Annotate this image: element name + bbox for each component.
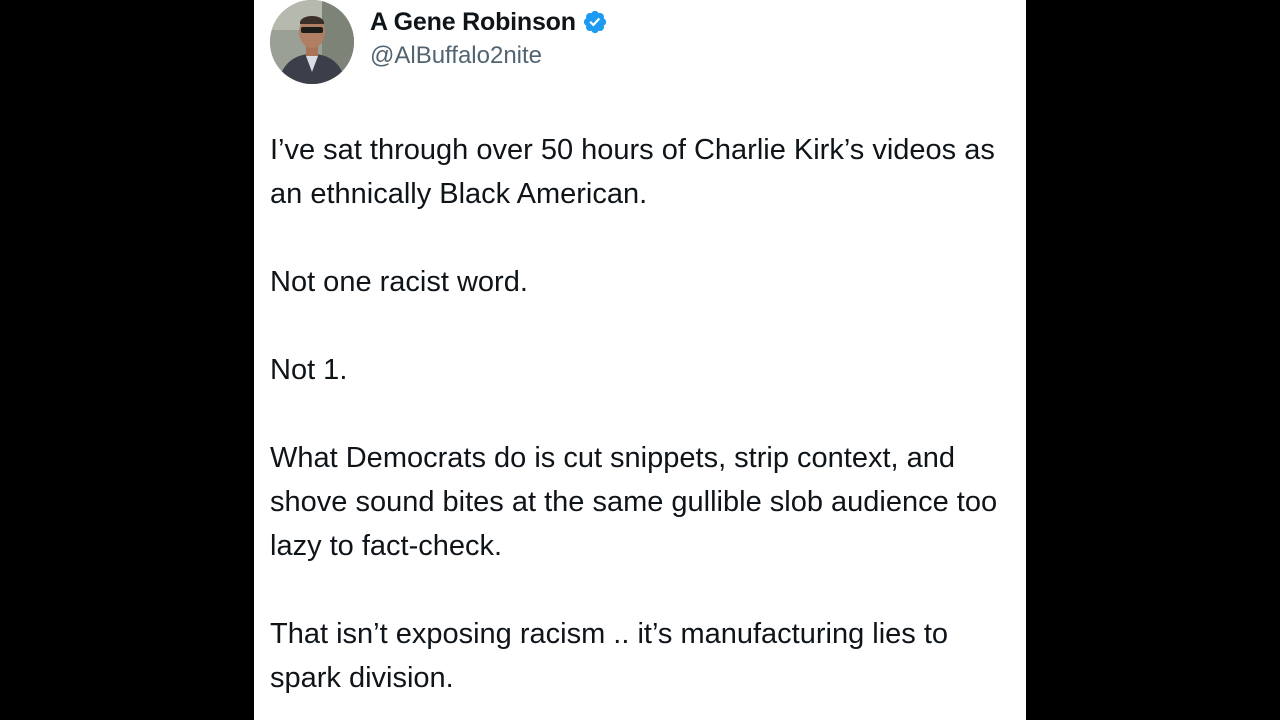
tweet-paragraph: Not one racist word. <box>270 266 528 298</box>
avatar-photo-icon <box>270 0 354 84</box>
verified-badge-icon <box>582 9 608 35</box>
avatar[interactable] <box>270 0 354 84</box>
tweet-card: A Gene Robinson @AlBuffalo2nite I’ve sat… <box>254 0 1026 720</box>
tweet-paragraph: I’ve sat through over 50 hours of Charli… <box>270 134 995 210</box>
tweet-paragraph: That isn’t exposing racism .. it’s manuf… <box>270 618 949 694</box>
video-frame: A Gene Robinson @AlBuffalo2nite I’ve sat… <box>0 0 1280 720</box>
author-display-name[interactable]: A Gene Robinson <box>370 8 576 37</box>
tweet-paragraph: Not 1. <box>270 354 348 386</box>
author-name-row: A Gene Robinson <box>370 4 608 40</box>
tweet-paragraph: What Democrats do is cut snippets, strip… <box>270 442 998 562</box>
tweet-text: I’ve sat through over 50 hours of Charli… <box>270 128 1010 700</box>
author-handle[interactable]: @AlBuffalo2nite <box>370 42 542 70</box>
